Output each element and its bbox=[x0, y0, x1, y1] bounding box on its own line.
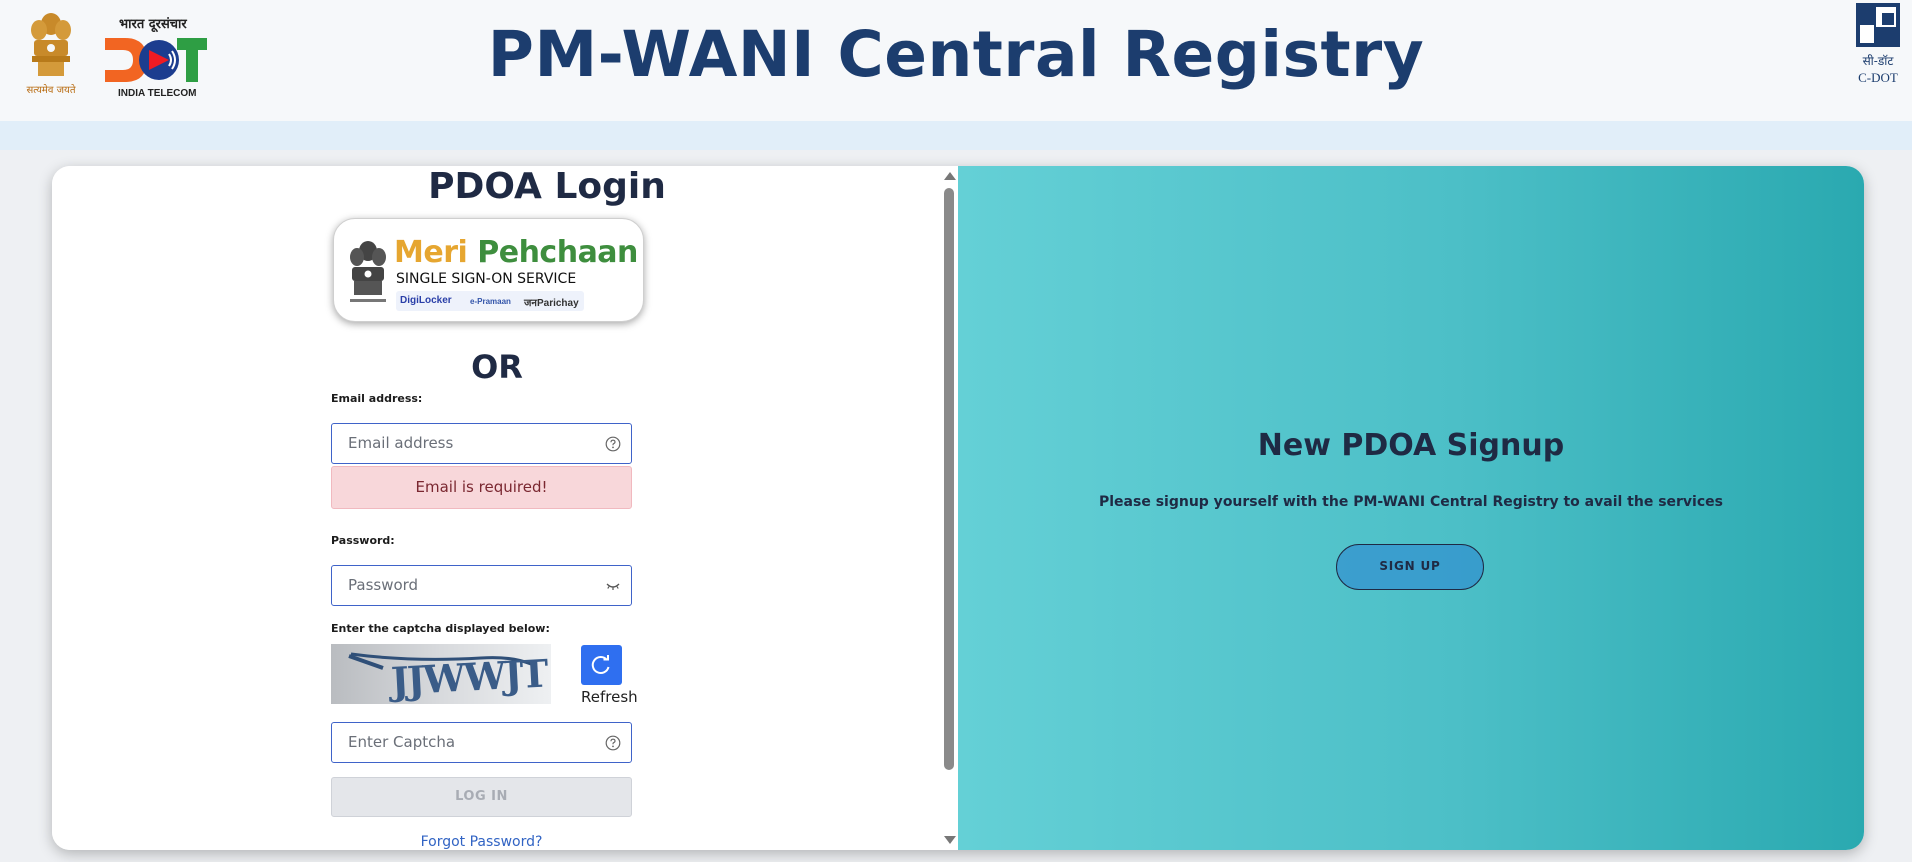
eye-closed-icon[interactable] bbox=[605, 578, 621, 594]
cdot-hindi-text: सी-डॉट bbox=[1862, 54, 1894, 68]
captcha-input[interactable]: Enter Captcha bbox=[331, 722, 632, 763]
sso-partner-epramaan: e-Pramaan bbox=[470, 297, 511, 306]
email-placeholder: Email address bbox=[348, 434, 454, 452]
captcha-refresh-button[interactable] bbox=[581, 645, 622, 685]
email-error-message: Email is required! bbox=[331, 466, 632, 509]
captcha-picture: JJWWJT bbox=[331, 644, 551, 704]
signup-panel: New PDOA Signup Please signup yourself w… bbox=[958, 166, 1864, 850]
sso-title-part1: Meri bbox=[394, 235, 468, 270]
auth-card: PDOA Login Meri Pehchaan SINGLE SIGN-ON … bbox=[52, 166, 1864, 850]
refresh-icon bbox=[591, 655, 610, 674]
national-emblem-icon bbox=[350, 241, 386, 302]
password-field[interactable]: Password bbox=[331, 565, 632, 606]
captcha-image: JJWWJT bbox=[331, 644, 551, 704]
login-button[interactable]: LOG IN bbox=[331, 777, 632, 817]
cdot-logo: सी-डॉट C-DOT bbox=[1852, 3, 1902, 85]
captcha-placeholder: Enter Captcha bbox=[348, 733, 456, 751]
sso-subtitle: SINGLE SIGN-ON SERVICE bbox=[396, 271, 577, 287]
cdot-mark-icon bbox=[1856, 3, 1900, 47]
header-subbar bbox=[0, 121, 1912, 150]
cdot-english-text: C-DOT bbox=[1858, 70, 1898, 85]
scroll-down-arrow-icon[interactable] bbox=[944, 836, 956, 844]
meri-pehchaan-sso-button[interactable]: Meri Pehchaan SINGLE SIGN-ON SERVICE Dig… bbox=[333, 218, 644, 322]
password-label: Password: bbox=[331, 534, 395, 547]
sso-partner-janparichay: जनParichay bbox=[524, 298, 579, 309]
refresh-label[interactable]: Refresh bbox=[581, 688, 638, 706]
question-circle-icon[interactable] bbox=[605, 436, 621, 452]
signup-title: New PDOA Signup bbox=[1257, 428, 1565, 463]
sso-title: Meri Pehchaan bbox=[394, 235, 638, 270]
question-circle-icon[interactable] bbox=[605, 735, 621, 751]
sso-title-part2: Pehchaan bbox=[477, 235, 638, 270]
login-title: PDOA Login bbox=[428, 166, 666, 207]
sso-partners: DigiLocker e-Pramaan जनParichay bbox=[396, 291, 584, 311]
captcha-text: JJWWJT bbox=[387, 650, 549, 703]
sso-partner-digilocker: DigiLocker bbox=[400, 295, 452, 306]
scroll-up-arrow-icon[interactable] bbox=[944, 172, 956, 180]
email-field[interactable]: Email address bbox=[331, 423, 632, 464]
login-panel: PDOA Login Meri Pehchaan SINGLE SIGN-ON … bbox=[52, 166, 958, 850]
page-title: PM-WANI Central Registry bbox=[487, 18, 1425, 91]
login-panel-scrollbar[interactable] bbox=[940, 166, 958, 850]
header: सत्यमेव जयते भारत दूरसंचार INDIA TELECOM… bbox=[0, 0, 1912, 121]
signup-button[interactable]: SIGN UP bbox=[1336, 544, 1484, 590]
or-divider: OR bbox=[471, 348, 523, 386]
captcha-label: Enter the captcha displayed below: bbox=[331, 622, 550, 635]
password-placeholder: Password bbox=[348, 576, 419, 594]
signup-description: Please signup yourself with the PM-WANI … bbox=[1099, 494, 1723, 510]
forgot-password-link[interactable]: Forgot Password? bbox=[331, 834, 632, 850]
email-label: Email address: bbox=[331, 392, 423, 405]
scroll-thumb[interactable] bbox=[944, 188, 954, 770]
